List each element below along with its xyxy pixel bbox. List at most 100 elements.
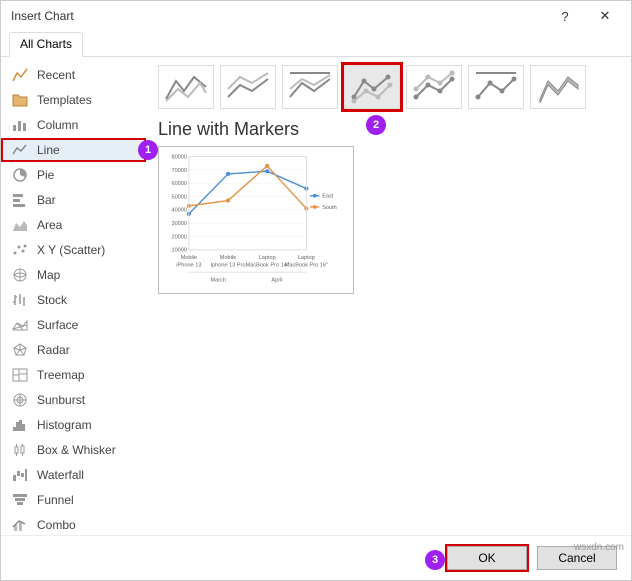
svg-text:80000: 80000 [171,154,187,160]
sidebar-item-templates[interactable]: Templates [1,88,146,112]
sidebar-item-area[interactable]: Area [1,213,146,237]
ok-button[interactable]: OK [447,546,527,570]
svg-text:Laptop: Laptop [259,255,276,261]
sidebar-item-label: X Y (Scatter) [37,243,105,257]
sidebar-item-label: Recent [37,68,75,82]
sidebar-item-label: Line [37,143,60,157]
svg-text:iPhone 13: iPhone 13 [176,263,201,269]
help-button[interactable]: ? [545,2,585,30]
sidebar-item-label: Templates [37,93,92,107]
chart-type-sidebar: Recent Templates Column Line 1 Pie Ba [1,57,146,535]
svg-text:April: April [271,278,282,284]
subtype-3d-line[interactable] [530,65,586,109]
sidebar-item-label: Pie [37,168,54,182]
main-panel: 2 Line with Markers 10000200003000040000… [146,57,631,535]
surface-icon [11,317,29,333]
sidebar-item-label: Box & Whisker [37,443,116,457]
titlebar: Insert Chart ? ✕ [1,1,631,31]
svg-text:40000: 40000 [171,208,187,214]
treemap-icon [11,367,29,383]
svg-text:East: East [322,194,334,200]
svg-text:50000: 50000 [171,194,187,200]
tab-all-charts[interactable]: All Charts [9,32,83,57]
sidebar-item-label: Combo [37,518,76,532]
sidebar-item-label: Radar [37,343,70,357]
subtype-line[interactable] [158,65,214,109]
bar-icon [11,192,29,208]
sidebar-item-label: Waterfall [37,468,84,482]
sidebar-item-pie[interactable]: Pie [1,163,146,187]
sidebar-item-histogram[interactable]: Histogram [1,413,146,437]
svg-text:MacBook Pro 16": MacBook Pro 16" [285,263,328,269]
sidebar-item-label: Funnel [37,493,74,507]
svg-text:20000: 20000 [171,234,187,240]
sidebar-item-stock[interactable]: Stock [1,288,146,312]
annotation-badge-1: 1 [138,140,158,160]
svg-text:Iphone 13 Pro: Iphone 13 Pro [211,263,246,269]
sidebar-item-bar[interactable]: Bar [1,188,146,212]
sidebar-item-boxwhisker[interactable]: Box & Whisker [1,438,146,462]
subtype-line-markers[interactable] [344,65,400,109]
svg-text:March: March [210,278,226,284]
sidebar-item-label: Surface [37,318,78,332]
dialog-tabs: All Charts [1,31,631,57]
svg-text:South: South [322,205,337,211]
sidebar-item-recent[interactable]: Recent [1,63,146,87]
insert-chart-dialog: Insert Chart ? ✕ All Charts Recent Templ… [0,0,632,581]
line-icon [11,142,29,158]
sidebar-item-line[interactable]: Line 1 [1,138,146,162]
subtype-stacked-line[interactable] [220,65,276,109]
boxwhisker-icon [11,442,29,458]
column-icon [11,117,29,133]
watermark: wsxdn.com [574,542,624,553]
subtype-stacked-line-markers[interactable] [406,65,462,109]
sidebar-item-label: Area [37,218,62,232]
map-icon [11,267,29,283]
sidebar-item-label: Stock [37,293,67,307]
preview-svg: 1000020000300004000050000600007000080000… [163,151,349,289]
sidebar-item-waterfall[interactable]: Waterfall [1,463,146,487]
area-icon [11,217,29,233]
svg-text:Mobile: Mobile [181,255,197,261]
funnel-icon [11,492,29,508]
sidebar-item-label: Histogram [37,418,92,432]
subtype-100stacked-line-markers[interactable] [468,65,524,109]
chart-subtype-title: Line with Markers [158,119,619,140]
sidebar-item-treemap[interactable]: Treemap [1,363,146,387]
dialog-title: Insert Chart [11,9,545,23]
close-button[interactable]: ✕ [585,2,625,30]
combo-icon [11,517,29,533]
svg-text:Mobile: Mobile [220,255,236,261]
subtype-100stacked-line[interactable] [282,65,338,109]
annotation-badge-3: 3 [425,550,445,570]
svg-text:60000: 60000 [171,181,187,187]
dialog-body: Recent Templates Column Line 1 Pie Ba [1,57,631,535]
sidebar-item-label: Column [37,118,78,132]
sidebar-item-scatter[interactable]: X Y (Scatter) [1,238,146,262]
recent-icon [11,67,29,83]
sidebar-item-label: Map [37,268,60,282]
sidebar-item-label: Treemap [37,368,85,382]
sidebar-item-map[interactable]: Map [1,263,146,287]
sidebar-item-label: Bar [37,193,56,207]
svg-text:Laptop: Laptop [298,255,315,261]
sidebar-item-sunburst[interactable]: Sunburst [1,388,146,412]
svg-text:70000: 70000 [171,168,187,174]
sidebar-item-surface[interactable]: Surface [1,313,146,337]
pie-icon [11,167,29,183]
sidebar-item-funnel[interactable]: Funnel [1,488,146,512]
stock-icon [11,292,29,308]
sidebar-item-label: Sunburst [37,393,85,407]
sidebar-item-combo[interactable]: Combo [1,513,146,535]
annotation-badge-2: 2 [366,115,386,135]
waterfall-icon [11,467,29,483]
svg-text:30000: 30000 [171,221,187,227]
svg-text:MacBook Pro 14": MacBook Pro 14" [246,263,289,269]
line-subtype-row: 2 [158,65,619,109]
histogram-icon [11,417,29,433]
sidebar-item-column[interactable]: Column [1,113,146,137]
chart-preview[interactable]: 1000020000300004000050000600007000080000… [158,146,354,294]
sidebar-item-radar[interactable]: Radar [1,338,146,362]
sunburst-icon [11,392,29,408]
dialog-footer: 3 OK Cancel [1,535,631,580]
